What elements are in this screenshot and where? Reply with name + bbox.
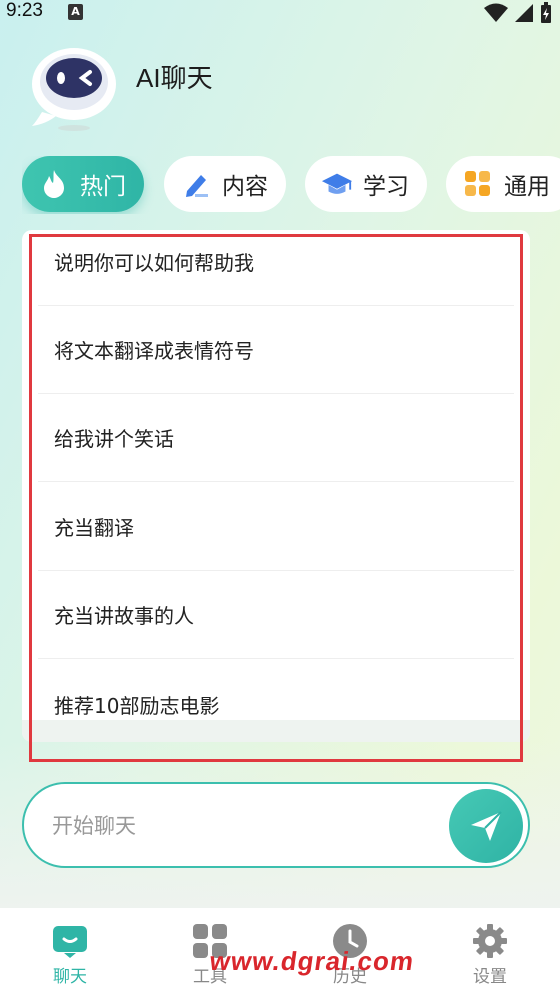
chat-input[interactable] [52,808,432,844]
tab-label: 通用 [504,174,550,200]
prompt-item[interactable]: 充当讲故事的人 [38,571,514,659]
tab-label: 内容 [222,174,268,200]
status-indicators [484,2,552,24]
gear-icon [473,924,507,958]
prompt-item[interactable]: 推荐10部励志电影 [38,660,514,742]
robot-avatar-icon [28,34,120,134]
nav-settings[interactable]: 设置 [420,908,560,998]
app-title: AI聊天 [136,63,213,93]
tab-learning[interactable]: 学习 [305,156,427,212]
tab-label: 热门 [80,174,126,200]
tab-content[interactable]: 内容 [164,156,286,212]
send-button[interactable] [449,789,523,863]
signal-icon [515,4,533,22]
nav-chat[interactable]: 聊天 [0,908,140,998]
status-bar: 9:23 A [0,0,560,26]
nav-label: 设置 [473,967,507,987]
battery-icon [541,2,551,23]
prompt-list-card: 说明你可以如何帮助我 将文本翻译成表情符号 给我讲个笑话 充当翻译 充当讲故事的… [22,230,530,742]
grid-icon [462,168,494,200]
flame-icon [38,168,70,200]
tab-hot[interactable]: 热门 [22,156,144,212]
prompt-item[interactable]: 将文本翻译成表情符号 [38,306,514,394]
status-time: 9:23 [6,0,43,21]
nav-label: 聊天 [53,967,87,987]
prompt-item[interactable]: 给我讲个笑话 [38,394,514,482]
wifi-icon [484,3,508,22]
notification-icon: A [68,4,83,20]
graduation-cap-icon [321,168,353,200]
watermark: www.dgrai.com [207,946,417,976]
tab-label: 学习 [363,174,409,200]
tab-general[interactable]: 通用 [446,156,560,212]
chat-icon [53,926,87,958]
send-icon [471,811,502,841]
pen-icon [180,168,212,200]
chat-input-bar [22,782,530,868]
prompt-item[interactable]: 说明你可以如何帮助我 [38,230,514,306]
prompt-item[interactable]: 充当翻译 [38,483,514,571]
category-tabs: 热门 内容 学习 通用 [22,156,560,214]
